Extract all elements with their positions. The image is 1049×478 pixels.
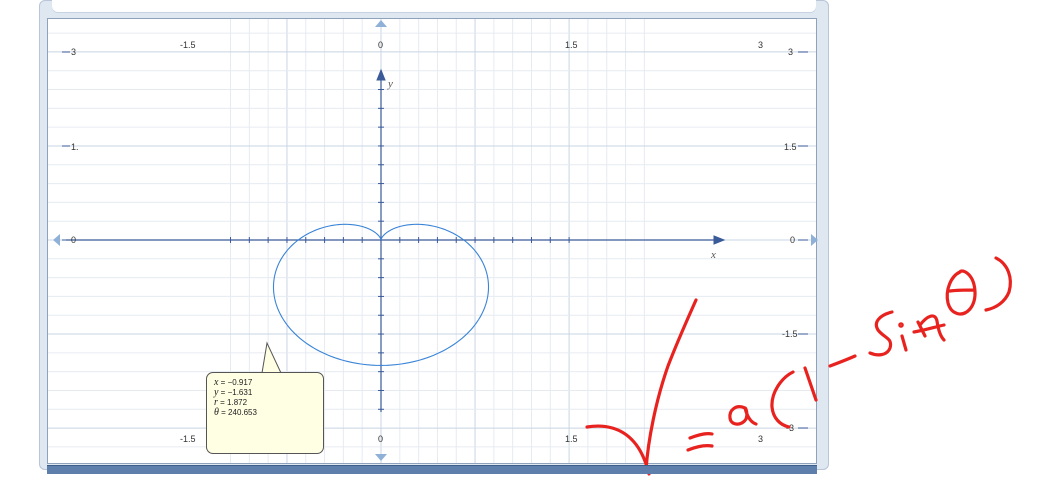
- tooltip-x-row: x = −0.917: [214, 378, 323, 388]
- right-y-label: -1.5: [782, 329, 798, 339]
- x-axis-arrow-icon: [713, 235, 726, 245]
- tooltip-y-row: y = −1.631: [214, 388, 323, 398]
- scroll-up-arrow-icon[interactable]: [375, 20, 387, 27]
- left-y-label: 1.: [71, 142, 79, 152]
- graph-canvas[interactable]: x y -1.5 0 1.5 3 -1.5 0 1.5 3 3 1. 0 3 1…: [0, 0, 1049, 478]
- scroll-down-arrow-icon[interactable]: [375, 454, 387, 461]
- bottom-x-label: 1.5: [565, 434, 578, 444]
- left-tick-labels: 3 1. 0: [71, 47, 79, 245]
- y-axis-arrow-icon: [376, 68, 386, 81]
- point-tooltip: x = −0.917 y = −1.631 r = 1.872 θ = 240.…: [206, 372, 324, 454]
- tooltip-r-value: = 1.872: [217, 398, 248, 407]
- top-x-label: 0: [378, 40, 383, 50]
- y-axis-label: y: [387, 78, 393, 90]
- bottom-x-label: -1.5: [180, 434, 196, 444]
- tooltip-pointer: [261, 341, 282, 374]
- top-tick-labels: -1.5 0 1.5 3: [180, 40, 763, 50]
- tooltip-y-value: = −1.631: [218, 388, 253, 397]
- tooltip-theta-value: = 240.653: [218, 408, 257, 417]
- scroll-left-arrow-icon[interactable]: [53, 234, 60, 246]
- top-x-label: 3: [758, 40, 763, 50]
- tooltip-theta-row: θ = 240.653: [214, 408, 323, 418]
- bottom-x-label: 0: [378, 434, 383, 444]
- grid-lines: [48, 19, 816, 463]
- bottom-x-label: 3: [758, 434, 763, 444]
- left-y-label: 3: [71, 47, 76, 57]
- scroll-right-arrow-icon[interactable]: [811, 234, 818, 246]
- tooltip-x-value: = −0.917: [218, 378, 253, 387]
- window-bottom-bar: [47, 465, 817, 474]
- handwritten-annotation: [585, 256, 1012, 476]
- left-y-label: 0: [71, 235, 76, 245]
- right-y-label: 1.5: [784, 142, 797, 152]
- top-x-label: 1.5: [565, 40, 578, 50]
- top-x-label: -1.5: [180, 40, 196, 50]
- right-y-label: 0: [790, 235, 795, 245]
- right-y-label: 3: [788, 47, 793, 57]
- tooltip-r-row: r = 1.872: [214, 398, 323, 408]
- x-axis-label: x: [710, 249, 716, 261]
